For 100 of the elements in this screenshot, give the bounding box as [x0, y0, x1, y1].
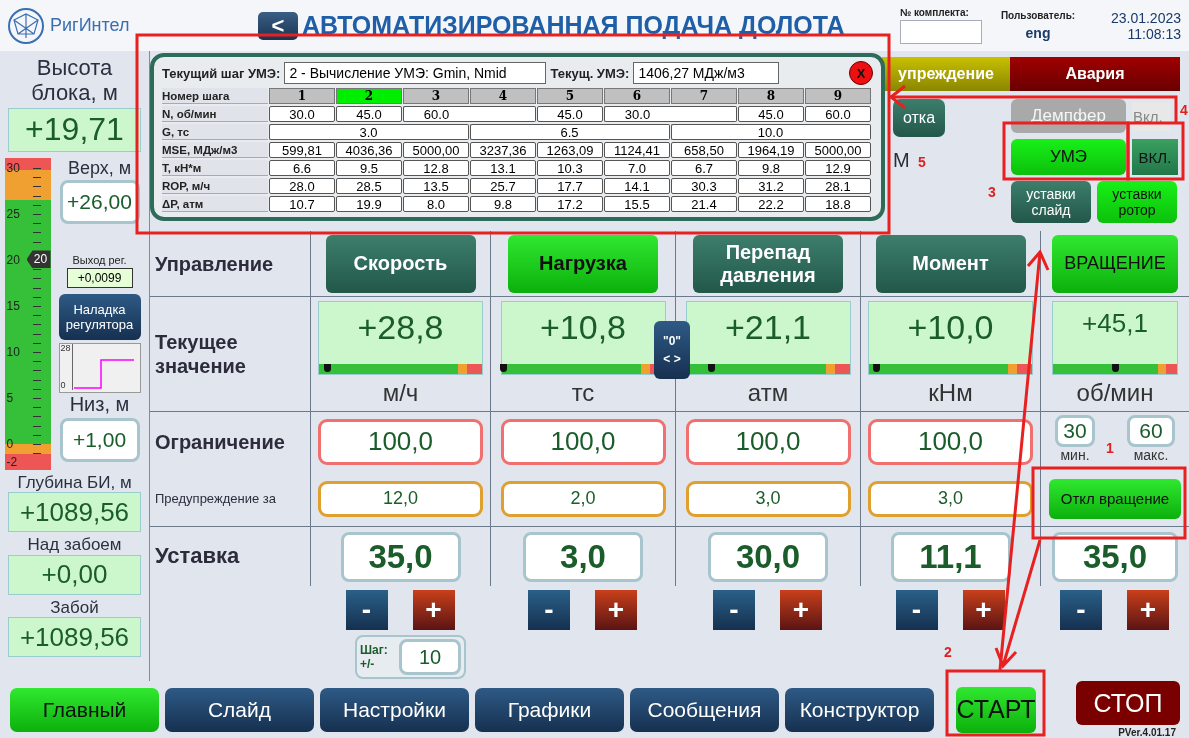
- current-step-label: Текущий шаг УМЭ:: [162, 65, 281, 81]
- unit-label: кНм: [928, 379, 973, 407]
- max-field[interactable]: 60: [1127, 415, 1175, 447]
- setpoint-field[interactable]: 35,0: [340, 531, 461, 582]
- gauge-tick-label: 20: [6, 252, 20, 267]
- table-cell: 7.0: [604, 160, 670, 176]
- plus-button[interactable]: +: [1127, 589, 1169, 630]
- setpoint-field[interactable]: 3,0: [523, 531, 643, 582]
- tune-regulator-button[interactable]: Наладка регулятора: [58, 294, 141, 341]
- nav-button[interactable]: Слайд: [165, 687, 314, 732]
- step-label: Шаг: +/-: [360, 642, 389, 672]
- table-cell: 1124,41: [604, 142, 670, 158]
- annotation-number: 1: [1106, 440, 1114, 456]
- minus-button[interactable]: -: [345, 589, 388, 630]
- back-button[interactable]: <: [258, 11, 298, 40]
- current-value: +10,8: [540, 308, 626, 347]
- step-header: 2: [336, 88, 402, 104]
- min-field[interactable]: 30: [1055, 415, 1095, 447]
- table-cell: 658,50: [671, 142, 737, 158]
- setpoint-mode-button[interactable]: уставки слайд: [1011, 181, 1091, 223]
- annotation-number: 4: [1180, 102, 1188, 118]
- limit-field[interactable]: 100,0: [500, 418, 666, 465]
- setpoint-mode-button[interactable]: уставки ротор: [1097, 181, 1177, 223]
- user-name: eng: [1025, 25, 1051, 41]
- gauge-tick-label: 25: [6, 206, 20, 221]
- nav-button[interactable]: Графики: [475, 687, 624, 732]
- table-cell: 13.1: [470, 160, 536, 176]
- table-cell: 6.6: [269, 160, 335, 176]
- limit-field[interactable]: 100,0: [868, 418, 1033, 465]
- ume-toggle-button[interactable]: ВКЛ.: [1132, 139, 1178, 175]
- close-button[interactable]: X: [849, 61, 873, 85]
- table-cell: 10.7: [269, 196, 335, 212]
- current-value: +28,8: [357, 308, 444, 347]
- date-text: 23.01.2023: [1110, 9, 1181, 26]
- gauge-pointer: 20: [26, 250, 51, 269]
- stop-button[interactable]: СТОП: [1076, 681, 1180, 725]
- annotation-number: 3: [988, 184, 996, 200]
- table-cell: 30.3: [671, 178, 737, 194]
- table-cell: 45.0: [537, 106, 603, 122]
- table-cell: 8.0: [403, 196, 469, 212]
- warning-field[interactable]: 3,0: [685, 480, 851, 517]
- setpoint-field[interactable]: 30,0: [708, 531, 828, 582]
- readout-label: Забой: [50, 597, 99, 618]
- rotation-off-button[interactable]: Откл вращение: [1049, 478, 1181, 519]
- bottom-field[interactable]: +1,00: [59, 418, 140, 463]
- nav-button[interactable]: Настройки: [320, 687, 469, 732]
- minus-button[interactable]: -: [1060, 589, 1102, 630]
- gauge-tick-label: 30: [6, 160, 20, 175]
- ume-button[interactable]: УМЭ: [1011, 139, 1126, 175]
- rotation-button[interactable]: ВРАЩЕНИЕ: [1052, 234, 1178, 293]
- nav-button[interactable]: Конструктор: [785, 687, 934, 732]
- kit-number-field[interactable]: [900, 20, 982, 44]
- table-cell: 6.7: [671, 160, 737, 176]
- table-cell: 5000,00: [403, 142, 469, 158]
- plus-button[interactable]: +: [412, 589, 455, 630]
- minus-button[interactable]: -: [895, 589, 938, 630]
- row-label: Управление: [155, 251, 274, 276]
- mode-button[interactable]: Момент: [875, 234, 1026, 293]
- zero-button[interactable]: "0" < >: [654, 321, 690, 379]
- table-cell: 60.0: [805, 106, 871, 122]
- chart-line: [72, 359, 135, 390]
- start-button[interactable]: СТАРТ: [956, 686, 1036, 733]
- height-label: Высота блока, м: [30, 55, 119, 106]
- row-header: N, об/мин: [162, 106, 268, 122]
- row-header: G, тс: [162, 124, 268, 140]
- step-field[interactable]: 10: [399, 639, 461, 675]
- gauge-tick-label: 5: [6, 390, 14, 405]
- step-header: 6: [604, 88, 670, 104]
- row-header: T, кН*м: [162, 160, 268, 176]
- nav-button[interactable]: Сообщения: [630, 687, 779, 732]
- setpoint-field[interactable]: 35,0: [1052, 531, 1178, 582]
- table-cell: 18.8: [805, 196, 871, 212]
- mode-button[interactable]: Нагрузка: [508, 234, 658, 293]
- warning-field[interactable]: 12,0: [318, 480, 483, 517]
- readout-value: +0,00: [8, 554, 141, 595]
- limit-field[interactable]: 100,0: [318, 418, 483, 465]
- plus-button[interactable]: +: [780, 589, 822, 630]
- minus-button[interactable]: -: [713, 589, 755, 630]
- plus-button[interactable]: +: [962, 589, 1005, 630]
- limit-field[interactable]: 100,0: [685, 418, 851, 465]
- nav-button[interactable]: Главный: [10, 687, 159, 732]
- mode-button[interactable]: Перепад давления: [693, 234, 843, 293]
- top-label: Верх, м: [67, 157, 132, 179]
- annotation-number: 5: [918, 154, 926, 170]
- table-cell: 599,81: [269, 142, 335, 158]
- step-header: 1: [269, 88, 335, 104]
- alarm-tab[interactable]: Авария: [1010, 57, 1180, 91]
- warning-field[interactable]: 2,0: [500, 480, 666, 517]
- version-text: PVer.4.01.17: [1118, 727, 1176, 738]
- setpoint-field[interactable]: 11,1: [890, 531, 1011, 582]
- plus-button[interactable]: +: [595, 589, 637, 630]
- minus-button[interactable]: -: [528, 589, 570, 630]
- table-cell: 6.5: [536, 124, 603, 140]
- step-header: 4: [470, 88, 536, 104]
- mode-button[interactable]: Скорость: [325, 234, 476, 293]
- warning-field[interactable]: 3,0: [868, 480, 1033, 517]
- partial-button[interactable]: отка: [893, 99, 945, 137]
- table-cell: 14.1: [604, 178, 670, 194]
- top-field[interactable]: +26,00: [59, 180, 140, 225]
- row-header: ROP, м/ч: [162, 178, 268, 194]
